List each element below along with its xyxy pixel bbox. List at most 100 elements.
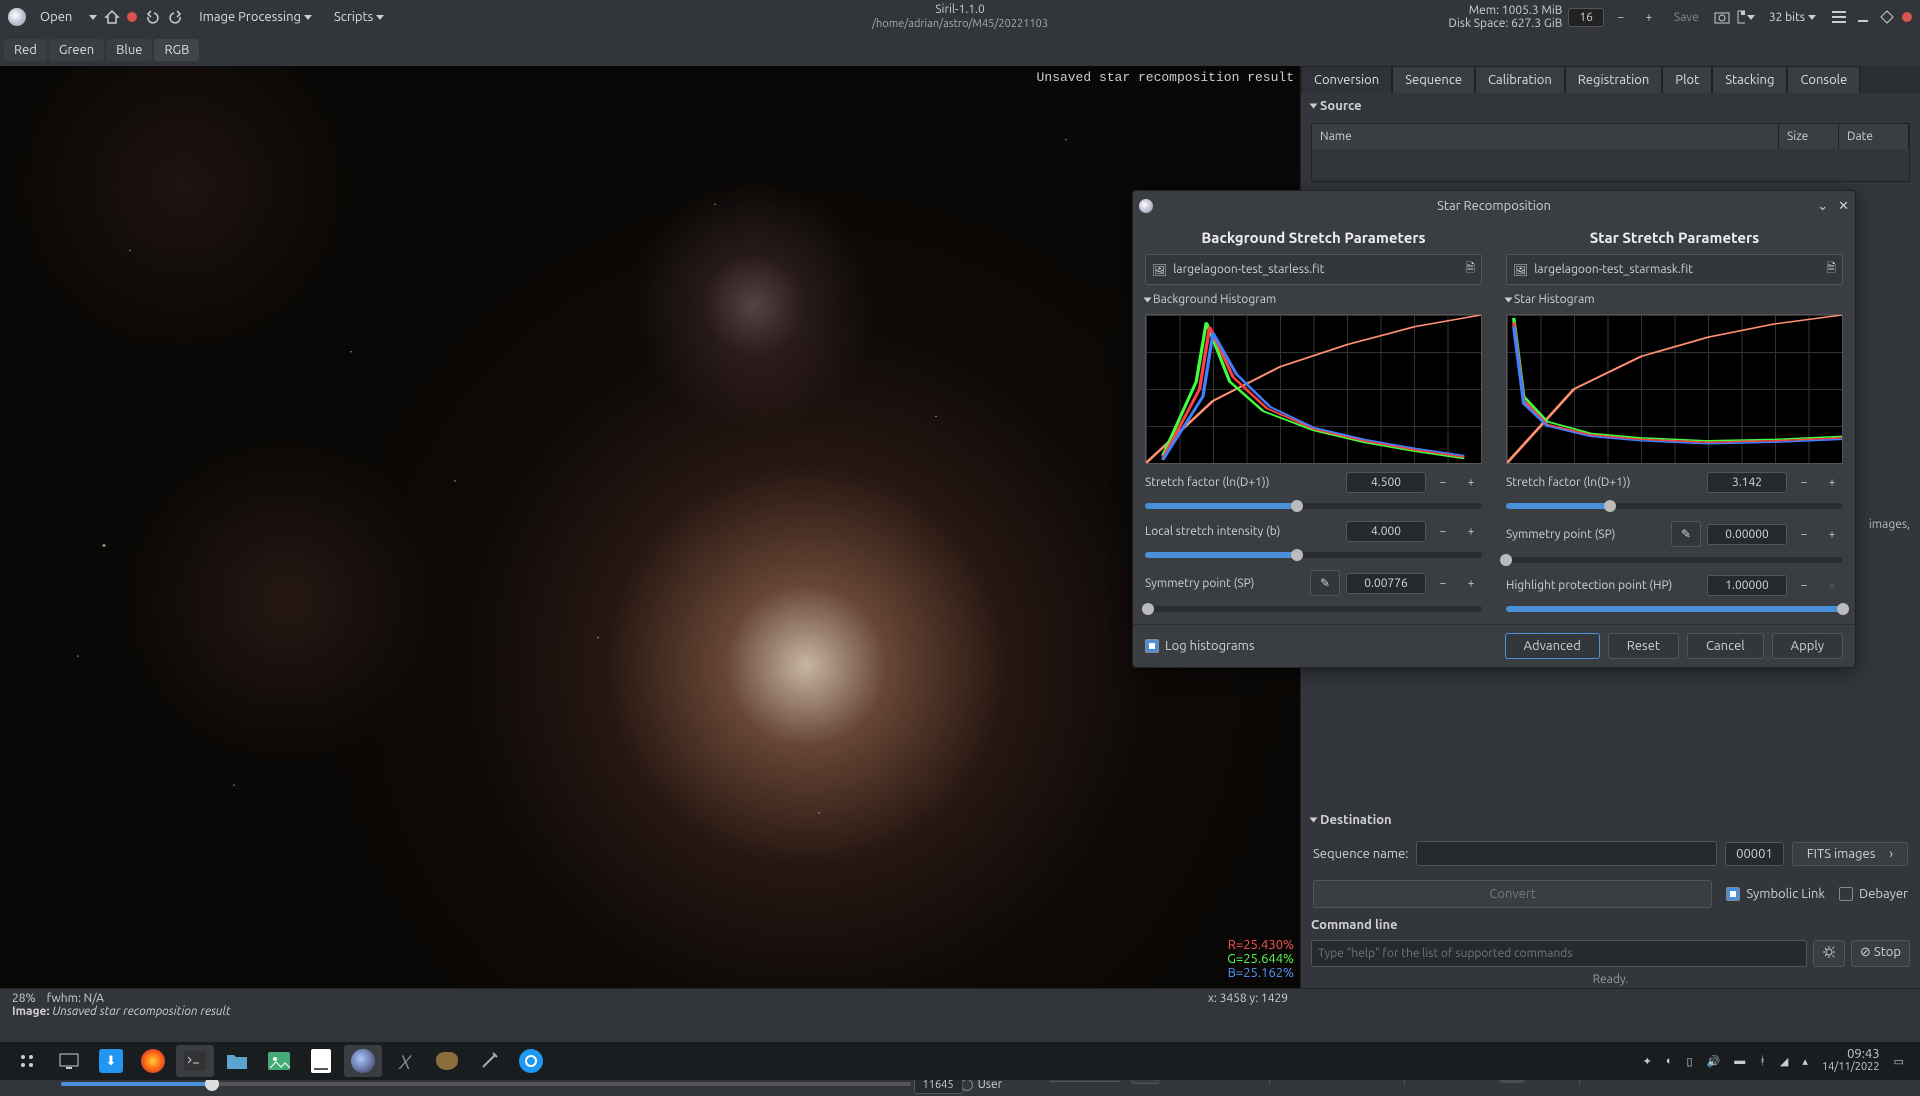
file-open-icon[interactable]: 🗎 bbox=[1826, 259, 1836, 280]
bg-sp-slider[interactable] bbox=[1145, 606, 1482, 612]
minus-button[interactable]: − bbox=[1432, 476, 1454, 489]
bg-local-slider[interactable] bbox=[1145, 552, 1482, 558]
stop-button[interactable]: ⊘ Stop bbox=[1851, 940, 1910, 967]
tab-sequence[interactable]: Sequence bbox=[1392, 66, 1475, 93]
tool-icon[interactable] bbox=[470, 1045, 508, 1077]
plus-button[interactable]: + bbox=[1821, 579, 1843, 592]
tray-notify-icon[interactable]: ✦ bbox=[1643, 1055, 1652, 1068]
undo-icon[interactable] bbox=[143, 8, 161, 26]
reset-button[interactable]: Reset bbox=[1608, 633, 1679, 659]
minus-button[interactable]: − bbox=[1793, 579, 1815, 592]
plus-button[interactable]: + bbox=[1460, 476, 1482, 489]
terminal-icon[interactable] bbox=[176, 1045, 214, 1077]
tab-calibration[interactable]: Calibration bbox=[1475, 66, 1565, 93]
gear-button[interactable] bbox=[1813, 940, 1845, 967]
tab-plot[interactable]: Plot bbox=[1662, 66, 1712, 93]
snapshot-icon[interactable] bbox=[1713, 8, 1731, 26]
plus-button[interactable]: + bbox=[1821, 528, 1843, 541]
bits-selector[interactable]: 32 bits bbox=[1761, 7, 1824, 28]
bg-local-input[interactable]: 4.000 bbox=[1346, 521, 1426, 542]
minus-button[interactable]: − bbox=[1793, 528, 1815, 541]
apply-button[interactable]: Apply bbox=[1772, 633, 1843, 659]
star-hp-slider[interactable] bbox=[1506, 606, 1843, 612]
clock[interactable]: 09:43 14/11/2022 bbox=[1822, 1048, 1880, 1074]
cancel-button[interactable]: Cancel bbox=[1687, 633, 1764, 659]
debayer-checkbox[interactable]: Debayer bbox=[1839, 887, 1908, 901]
dialog-titlebar[interactable]: Star Recomposition ⌄ ✕ bbox=[1133, 191, 1855, 221]
image-viewer-icon[interactable] bbox=[260, 1045, 298, 1077]
plus-button[interactable]: + bbox=[1821, 476, 1843, 489]
record-icon[interactable] bbox=[127, 12, 137, 22]
col-date[interactable]: Date bbox=[1839, 124, 1909, 149]
dialog-close-icon[interactable]: ✕ bbox=[1838, 199, 1849, 214]
tray-battery-icon[interactable]: ▬ bbox=[1734, 1055, 1745, 1067]
siril-icon[interactable] bbox=[344, 1045, 382, 1077]
symlink-checkbox[interactable]: Symbolic Link bbox=[1726, 887, 1825, 901]
tab-green[interactable]: Green bbox=[49, 39, 104, 61]
zoom-minus-button[interactable]: − bbox=[1610, 11, 1632, 24]
seqnum-input[interactable]: 00001 bbox=[1725, 842, 1784, 866]
x-app-icon[interactable]: X bbox=[386, 1045, 424, 1077]
files-icon[interactable] bbox=[218, 1045, 256, 1077]
tab-stacking[interactable]: Stacking bbox=[1712, 66, 1787, 93]
tab-console[interactable]: Console bbox=[1787, 66, 1860, 93]
tray-update-icon[interactable]: ◐ bbox=[1666, 1055, 1673, 1067]
image-viewer[interactable]: Unsaved star recomposition result R=25.4… bbox=[0, 66, 1300, 988]
advanced-button[interactable]: Advanced bbox=[1505, 633, 1600, 659]
minus-button[interactable]: − bbox=[1793, 476, 1815, 489]
notes-icon[interactable] bbox=[302, 1045, 340, 1077]
gimp-icon[interactable] bbox=[428, 1045, 466, 1077]
bg-stretch-input[interactable]: 4.500 bbox=[1346, 472, 1426, 493]
tab-registration[interactable]: Registration bbox=[1565, 66, 1663, 93]
taskview-icon[interactable] bbox=[50, 1045, 88, 1077]
tab-red[interactable]: Red bbox=[4, 39, 47, 61]
start-icon[interactable] bbox=[8, 1045, 46, 1077]
file-open-icon[interactable]: 🗎 bbox=[1465, 259, 1475, 280]
star-sp-slider[interactable] bbox=[1506, 557, 1843, 563]
zoom-plus-button[interactable]: + bbox=[1638, 11, 1660, 24]
source-header[interactable]: Source bbox=[1301, 93, 1920, 119]
tray-volume-icon[interactable]: 🔊 bbox=[1707, 1055, 1721, 1068]
minimize-icon[interactable] bbox=[1854, 8, 1872, 26]
open-dropdown-icon[interactable] bbox=[89, 15, 97, 20]
hamburger-icon[interactable] bbox=[1830, 8, 1848, 26]
star-sp-input[interactable]: 0.00000 bbox=[1707, 524, 1787, 545]
star-file-picker[interactable]: 🖼 largelagoon-test_starmask.fit 🗎 bbox=[1506, 254, 1843, 285]
maximize-icon[interactable] bbox=[1878, 8, 1896, 26]
destination-header[interactable]: Destination bbox=[1301, 807, 1920, 833]
star-stretch-input[interactable]: 3.142 bbox=[1707, 472, 1787, 493]
scripts-menu[interactable]: Scripts bbox=[326, 6, 392, 28]
save-extra-icon[interactable] bbox=[1737, 8, 1755, 26]
eyedropper-icon[interactable]: ✎ bbox=[1671, 521, 1701, 547]
minus-button[interactable]: − bbox=[1432, 525, 1454, 538]
bg-sp-input[interactable]: 0.00776 bbox=[1346, 573, 1426, 594]
star-stretch-slider[interactable] bbox=[1506, 503, 1843, 509]
image-processing-menu[interactable]: Image Processing bbox=[191, 6, 320, 28]
app-store-icon[interactable]: ⬇ bbox=[92, 1045, 130, 1077]
home-icon[interactable] bbox=[103, 8, 121, 26]
zoom-value[interactable]: 16 bbox=[1568, 8, 1604, 27]
firefox-icon[interactable] bbox=[134, 1045, 172, 1077]
star-histo-toggle[interactable]: Star Histogram bbox=[1506, 293, 1843, 306]
bg-file-picker[interactable]: 🖼 largelagoon-test_starless.fit 🗎 bbox=[1145, 254, 1482, 285]
log-histograms-checkbox[interactable]: Log histograms bbox=[1145, 639, 1255, 653]
bg-histo-toggle[interactable]: Background Histogram bbox=[1145, 293, 1482, 306]
close-icon[interactable] bbox=[1902, 12, 1912, 22]
open-button[interactable]: Open bbox=[32, 6, 80, 28]
col-name[interactable]: Name bbox=[1312, 124, 1779, 149]
tab-blue[interactable]: Blue bbox=[106, 39, 152, 61]
minus-button[interactable]: − bbox=[1432, 577, 1454, 590]
plus-button[interactable]: + bbox=[1460, 577, 1482, 590]
source-body[interactable] bbox=[1312, 149, 1909, 181]
command-input[interactable] bbox=[1311, 940, 1807, 967]
convert-button[interactable]: Convert bbox=[1313, 880, 1712, 908]
tray-bluetooth-icon[interactable]: ᚼ bbox=[1759, 1055, 1766, 1067]
seqname-input[interactable] bbox=[1416, 841, 1717, 866]
show-desktop-icon[interactable]: ▭ bbox=[1894, 1055, 1904, 1068]
plus-button[interactable]: + bbox=[1460, 525, 1482, 538]
tray-clipboard-icon[interactable]: ▯ bbox=[1686, 1055, 1692, 1068]
tab-conversion[interactable]: Conversion bbox=[1301, 66, 1392, 93]
tray-chevron-icon[interactable]: ▴ bbox=[1802, 1055, 1808, 1068]
eyedropper-icon[interactable]: ✎ bbox=[1310, 570, 1340, 596]
dialog-collapse-icon[interactable]: ⌄ bbox=[1817, 199, 1828, 214]
